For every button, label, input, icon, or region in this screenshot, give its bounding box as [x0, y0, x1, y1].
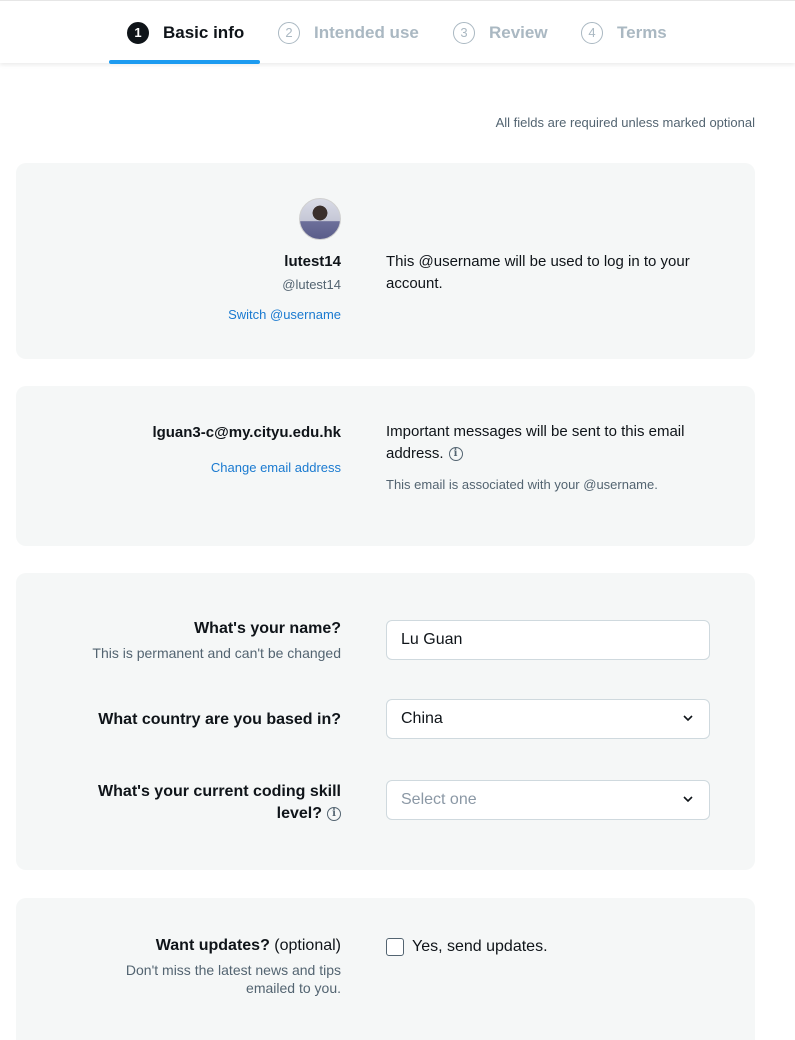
- chevron-down-icon: [683, 715, 693, 722]
- active-step-indicator: [109, 60, 260, 64]
- skill-question: What's your current coding skill: [98, 783, 341, 800]
- switch-username-link[interactable]: Switch @username: [228, 307, 341, 322]
- name-hint: This is permanent and can't be changed: [92, 645, 341, 661]
- step-terms[interactable]: 4 Terms: [581, 1, 667, 64]
- email-card: lguan3-c@my.cityu.edu.hk Change email ad…: [16, 386, 755, 546]
- info-icon[interactable]: i: [327, 806, 341, 821]
- step-review[interactable]: 3 Review: [453, 1, 548, 64]
- step-number: 2: [278, 21, 300, 44]
- country-question: What country are you based in?: [98, 711, 341, 728]
- profile-form-card: What's your name? This is permanent and …: [16, 573, 755, 870]
- required-fields-note: All fields are required unless marked op…: [495, 115, 755, 130]
- progress-stepper: 1 Basic info 2 Intended use 3 Review 4 T…: [0, 0, 795, 64]
- name-question: What's your name?: [194, 620, 341, 637]
- email-address: lguan3-c@my.cityu.edu.hk: [152, 424, 341, 441]
- updates-question: Want updates?: [155, 937, 270, 954]
- step-number: 4: [581, 21, 603, 44]
- updates-checkbox[interactable]: [386, 938, 404, 956]
- updates-checkbox-label[interactable]: Yes, send updates.: [412, 936, 548, 958]
- chevron-down-icon: [683, 796, 693, 803]
- step-label: Intended use: [314, 22, 419, 42]
- info-icon[interactable]: i: [448, 447, 463, 462]
- country-select-value: China: [401, 710, 443, 727]
- step-basic-info[interactable]: 1 Basic info: [127, 1, 244, 64]
- step-label: Terms: [617, 22, 667, 42]
- skill-select-placeholder: Select one: [401, 791, 477, 808]
- step-number: 3: [453, 21, 475, 44]
- optional-tag: (optional): [274, 937, 341, 954]
- updates-hint-line1: Don't miss the latest news and tips: [125, 962, 341, 978]
- change-email-link[interactable]: Change email address: [211, 460, 341, 475]
- display-name: lutest14: [284, 253, 341, 270]
- email-description: Important messages will be sent to this …: [386, 423, 685, 462]
- username-handle: @lutest14: [282, 277, 341, 292]
- name-input[interactable]: Lu Guan: [386, 620, 710, 660]
- step-number: 1: [127, 21, 149, 44]
- skill-level-select[interactable]: Select one: [386, 780, 710, 820]
- updates-card: Want updates? (optional) Don't miss the …: [16, 898, 755, 1040]
- skill-question-cont: level?: [276, 805, 322, 822]
- country-select[interactable]: China: [386, 699, 710, 739]
- email-association-note: This email is associated with your @user…: [386, 477, 658, 492]
- username-description: This @username will be used to log in to…: [386, 253, 690, 292]
- account-card: lutest14 @lutest14 Switch @username This…: [16, 163, 755, 359]
- avatar: [299, 198, 341, 240]
- step-label: Basic info: [163, 22, 245, 42]
- name-input-value: Lu Guan: [401, 631, 463, 648]
- step-label: Review: [489, 22, 548, 42]
- step-intended-use[interactable]: 2 Intended use: [278, 1, 419, 64]
- updates-hint-line2: emailed to you.: [246, 980, 341, 996]
